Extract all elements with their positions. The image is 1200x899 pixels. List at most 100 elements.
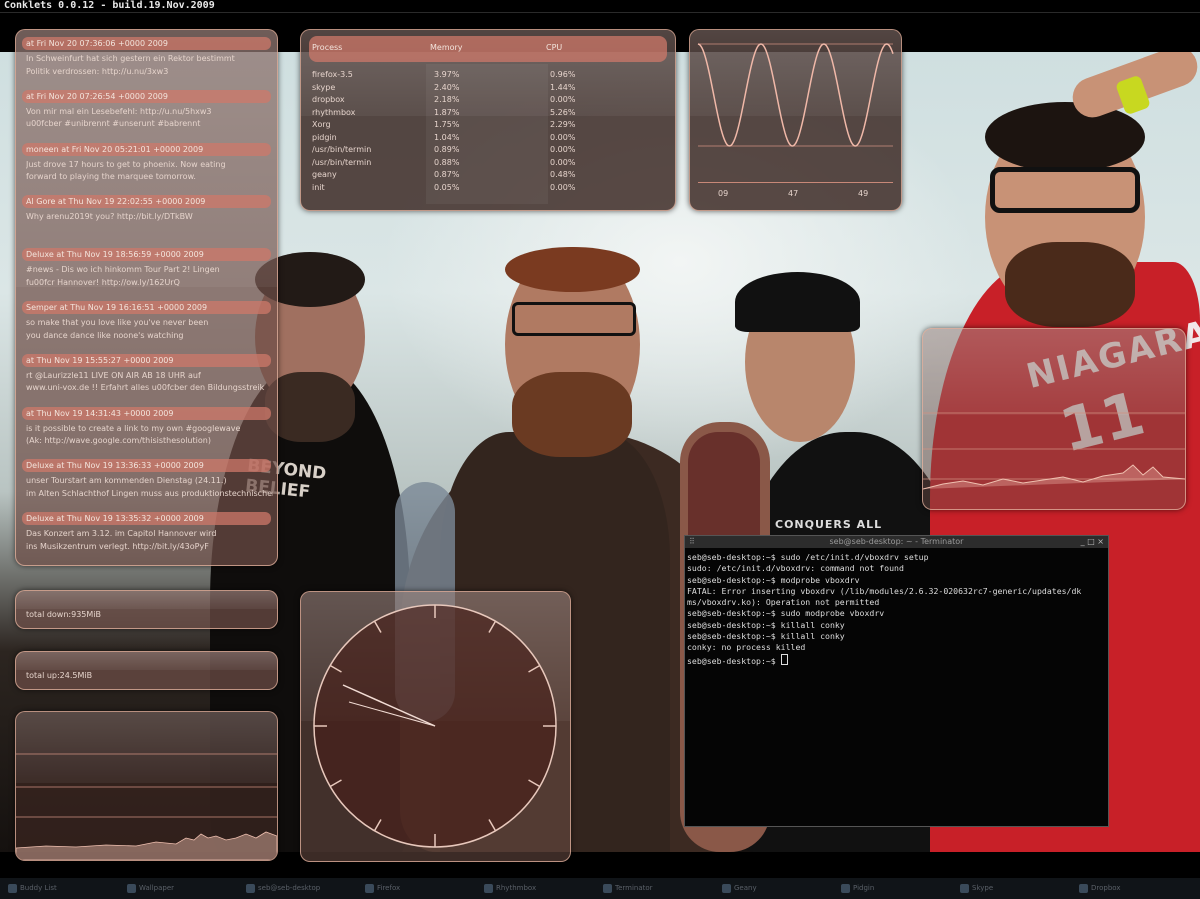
tweet-text: (Ak: http://wave.google.com/thisisthesol… bbox=[26, 436, 211, 446]
tweet-text: you dance dance like noone's watching bbox=[26, 330, 184, 340]
taskbar-item[interactable]: Terminator bbox=[601, 882, 725, 895]
process-name: geany bbox=[312, 170, 337, 179]
process-cpu: 1.44% bbox=[550, 82, 576, 92]
terminal-line: seb@seb-desktop:~$ modprobe vboxdrv bbox=[687, 574, 860, 585]
process-cpu: 5.26% bbox=[550, 107, 576, 117]
taskbar-item[interactable]: Firefox bbox=[363, 882, 487, 895]
wave-label-1: 09 bbox=[718, 189, 729, 198]
taskbar-item[interactable]: Skype bbox=[958, 882, 1082, 895]
tweet-text: is it possible to create a link to my ow… bbox=[26, 423, 241, 433]
terminal-line: FATAL: Error inserting vboxdrv (/lib/mod… bbox=[687, 585, 1082, 596]
tweet-text: rt @Laurizzle11 LIVE ON AIR AB 18 UHR au… bbox=[26, 370, 201, 380]
cpu-wave-widget: 09 47 49 bbox=[689, 29, 902, 211]
process-widget: Process Memory CPU firefox-3.5 3.97% 0.96%… bbox=[300, 29, 676, 211]
taskbar-item[interactable]: Rhythmbox bbox=[482, 882, 606, 895]
network-graph-widget bbox=[922, 328, 1186, 510]
conky-title-bar: Conklets 0.0.12 - build.19.Nov.2009 bbox=[0, 0, 1200, 13]
tweet-text: unser Tourstart am kommenden Dienstag (2… bbox=[26, 476, 227, 486]
process-memory: 1.04% bbox=[434, 132, 460, 142]
tweet-text: fu00fcr Hannover! http://ow.ly/162UrQ bbox=[26, 277, 180, 287]
process-name: /usr/bin/termin bbox=[312, 145, 372, 154]
traffic-graph-widget bbox=[15, 711, 278, 861]
tweet-text: www.uni-vox.de !! Erfahrt alles u00fcber… bbox=[26, 383, 265, 393]
terminal-title-bar[interactable]: ⠿ seb@seb-desktop: ~ - Terminator _ □ × bbox=[685, 536, 1108, 548]
tweet-text: u00fcber #unibrennt #unserunt #babrennt bbox=[26, 119, 201, 129]
analog-clock bbox=[313, 604, 557, 848]
tweet-header: Deluxe at Thu Nov 19 13:36:33 +0000 2009 bbox=[22, 459, 271, 473]
process-memory: 0.87% bbox=[434, 170, 460, 179]
taskbar-item[interactable]: Dropbox bbox=[1077, 882, 1200, 895]
terminal-output[interactable]: seb@seb-desktop:~$ sudo /etc/init.d/vbox… bbox=[685, 548, 1108, 671]
tweet-header: Al Gore at Thu Nov 19 22:02:55 +0000 200… bbox=[22, 195, 271, 209]
tweet-header: at Thu Nov 19 14:31:43 +0000 2009 bbox=[22, 406, 271, 420]
taskbar-item[interactable]: Pidgin bbox=[839, 882, 963, 895]
process-name: init bbox=[312, 182, 325, 192]
process-memory: 1.87% bbox=[434, 107, 460, 117]
terminal-line: conky: no process killed bbox=[687, 642, 806, 653]
window-buttons: _ □ × bbox=[1081, 536, 1104, 548]
tweet-text: ins Musikzentrum verlegt. http://bit.ly/… bbox=[26, 541, 209, 551]
tweet-header: at Fri Nov 20 07:36:06 +0000 2009 bbox=[22, 37, 271, 50]
process-memory: 0.88% bbox=[434, 157, 460, 167]
taskbar-item[interactable]: seb@seb-desktop bbox=[244, 882, 368, 895]
total-down-widget: total down:935MiB bbox=[15, 590, 278, 629]
tweet-header: at Thu Nov 19 15:55:27 +0000 2009 bbox=[22, 353, 271, 367]
terminal-window[interactable]: ⠿ seb@seb-desktop: ~ - Terminator _ □ × … bbox=[684, 535, 1109, 827]
terminal-prompt: seb@seb-desktop:~$ bbox=[687, 655, 781, 666]
process-name: skype bbox=[312, 82, 336, 92]
taskbar-item[interactable]: Geany bbox=[720, 882, 844, 895]
conky-title: Conklets 0.0.12 - build.19.Nov.2009 bbox=[4, 0, 215, 11]
tweet-header: Deluxe at Thu Nov 19 18:56:59 +0000 2009 bbox=[22, 248, 271, 262]
tweet-text: so make that you love like you've never … bbox=[26, 318, 209, 327]
tweet-header: Semper at Thu Nov 19 16:16:51 +0000 2009 bbox=[22, 301, 271, 314]
terminal-line: ms/vboxdrv.ko): Operation not permitted bbox=[687, 597, 880, 608]
maximize-icon[interactable]: □ bbox=[1087, 537, 1095, 546]
tee-print-2: CONQUERS ALL bbox=[775, 518, 883, 531]
process-cpu: 0.48% bbox=[550, 170, 576, 179]
close-icon[interactable]: × bbox=[1097, 537, 1104, 546]
terminal-grip-icon: ⠿ bbox=[689, 537, 695, 546]
process-cpu: 0.00% bbox=[550, 95, 576, 104]
tweet-header: Deluxe at Thu Nov 19 13:35:32 +0000 2009 bbox=[22, 512, 271, 526]
minimize-icon[interactable]: _ bbox=[1081, 537, 1085, 546]
tweet-header: at Fri Nov 20 07:26:54 +0000 2009 bbox=[22, 89, 271, 103]
terminal-line: seb@seb-desktop:~$ sudo modprobe vboxdrv bbox=[687, 608, 885, 619]
process-name: /usr/bin/termin bbox=[312, 157, 372, 167]
process-memory: 0.89% bbox=[434, 145, 460, 154]
process-memory: 2.18% bbox=[434, 95, 460, 104]
process-name: pidgin bbox=[312, 132, 337, 142]
terminal-cursor bbox=[780, 653, 788, 665]
process-memory: 0.05% bbox=[434, 182, 460, 192]
col-memory: Memory bbox=[430, 43, 463, 52]
process-name: rhythmbox bbox=[312, 107, 356, 117]
process-cpu: 2.29% bbox=[550, 120, 576, 129]
tweet-text: im Alten Schlachthof Lingen muss aus pro… bbox=[26, 488, 273, 498]
cpu-wave-graph bbox=[697, 43, 894, 147]
taskbar-item[interactable]: Buddy List bbox=[6, 882, 130, 895]
process-table-header: Process Memory CPU bbox=[309, 36, 667, 62]
wave-label-3: 49 bbox=[858, 189, 869, 198]
clock-widget bbox=[300, 591, 571, 862]
terminal-line: seb@seb-desktop:~$ sudo /etc/init.d/vbox… bbox=[687, 552, 929, 562]
total-up-text: total up:24.5MiB bbox=[26, 671, 93, 680]
tweet-text: Why arenu2019t you? http://bit.ly/DTkBW bbox=[26, 212, 193, 222]
tweet-header: moneen at Fri Nov 20 05:21:01 +0000 2009 bbox=[22, 142, 271, 156]
terminal-title: seb@seb-desktop: ~ - Terminator bbox=[829, 537, 964, 546]
terminal-line: seb@seb-desktop:~$ killall conky bbox=[687, 631, 845, 642]
process-cpu: 0.00% bbox=[550, 132, 576, 142]
tweet-text: forward to playing the marquee tomorrow. bbox=[26, 172, 196, 182]
terminal-prompt-line[interactable]: seb@seb-desktop:~$ bbox=[687, 653, 1106, 667]
tweet-text: In Schweinfurt hat sich gestern ein Rekt… bbox=[26, 54, 235, 63]
traffic-graph bbox=[16, 753, 277, 860]
terminal-line: sudo: /etc/init.d/vboxdrv: command not f… bbox=[687, 563, 904, 574]
tweet-text: Von mir mal ein Lesebefehl: http://u.nu/… bbox=[26, 106, 212, 116]
total-down-text: total down:935MiB bbox=[26, 610, 101, 619]
network-graph bbox=[923, 412, 1185, 490]
process-memory: 1.75% bbox=[434, 120, 460, 129]
process-name: firefox-3.5 bbox=[312, 70, 353, 79]
process-cpu: 0.00% bbox=[550, 157, 576, 167]
wave-label-2: 47 bbox=[788, 189, 799, 198]
twitter-feed-widget: at Fri Nov 20 07:36:06 +0000 2009 In Schw… bbox=[15, 29, 278, 566]
tweet-text: Just drove 17 hours to get to phoenix. N… bbox=[26, 159, 226, 169]
taskbar-item[interactable]: Wallpaper bbox=[125, 882, 249, 895]
